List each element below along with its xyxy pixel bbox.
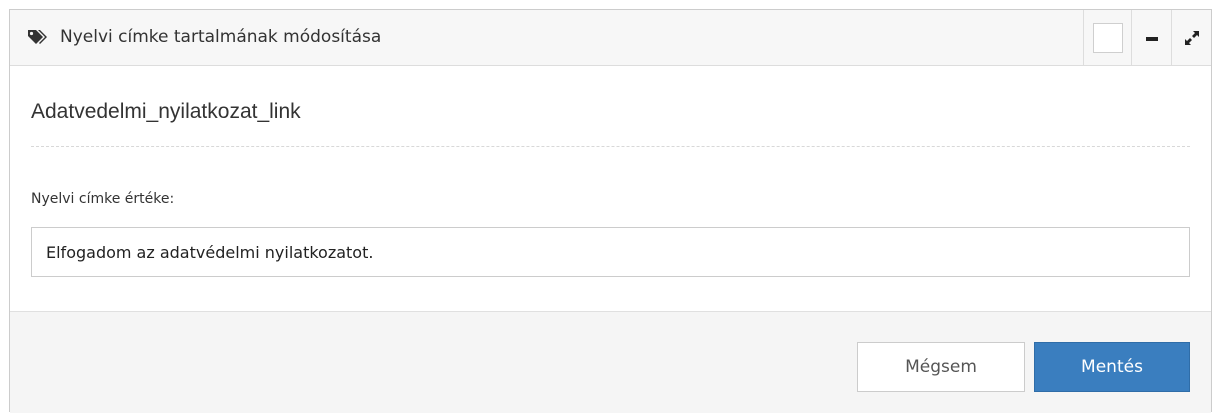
minimize-icon xyxy=(1145,36,1158,41)
select-toggle[interactable] xyxy=(1083,10,1131,65)
dialog-body: Adatvedelmi_nyilatkozat_link Nyelvi címk… xyxy=(10,66,1211,312)
value-field-label: Nyelvi címke értéke: xyxy=(31,191,175,207)
save-button[interactable]: Mentés xyxy=(1034,342,1190,392)
minimize-button[interactable] xyxy=(1131,10,1171,65)
select-checkbox[interactable] xyxy=(1092,22,1123,53)
dialog-title: Nyelvi címke tartalmának módosítása xyxy=(60,27,382,47)
section-divider xyxy=(31,146,1190,147)
label-value-input[interactable] xyxy=(31,227,1190,277)
dialog-footer: Mégsem Mentés xyxy=(10,312,1211,413)
edit-label-dialog: Nyelvi címke tartalmának módosítása Adat… xyxy=(9,9,1212,413)
tags-icon xyxy=(28,30,47,44)
header-toolbar xyxy=(1083,10,1211,65)
dialog-header: Nyelvi címke tartalmának módosítása xyxy=(10,10,1211,66)
cancel-button[interactable]: Mégsem xyxy=(857,342,1025,392)
label-key-heading: Adatvedelmi_nyilatkozat_link xyxy=(31,100,301,123)
expand-icon xyxy=(1184,30,1199,45)
expand-button[interactable] xyxy=(1171,10,1211,65)
